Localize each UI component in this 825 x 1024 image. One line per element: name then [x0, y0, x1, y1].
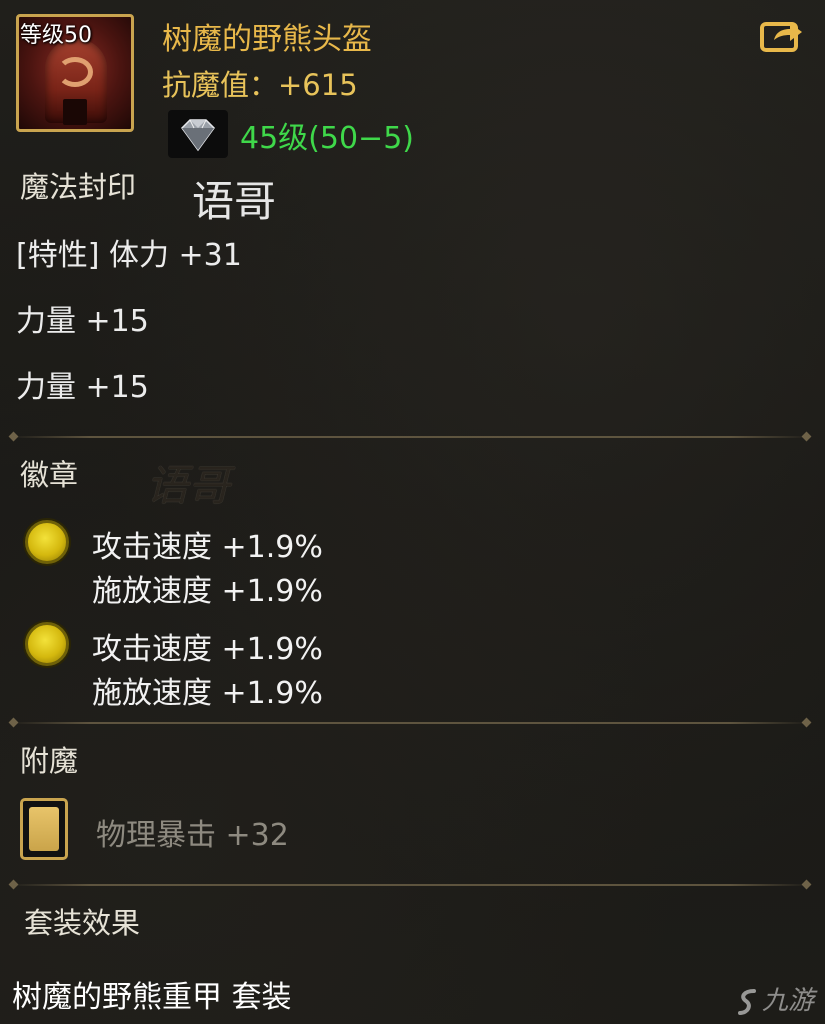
helmet-swirl: [57, 57, 93, 87]
badge-attack-speed: 攻击速度 +1.9%: [92, 632, 323, 667]
enchant-card-icon: [20, 798, 68, 860]
section-divider: [10, 722, 810, 724]
watermark-text: 语哥: [192, 177, 277, 226]
item-name: 树魔的野熊头盔: [162, 22, 372, 57]
badge-attack-speed: 攻击速度 +1.9%: [92, 530, 323, 565]
set-name: 树魔的野熊重甲 套装: [12, 980, 292, 1015]
share-button[interactable]: [760, 18, 804, 52]
helmet-visor: [63, 99, 87, 125]
gem-level: 45级(50−5): [240, 121, 414, 156]
strength-attribute: 力量 +15: [16, 370, 149, 405]
section-title-magic-seal: 魔法封印: [20, 170, 137, 204]
section-title-set-effect: 套装效果: [24, 906, 141, 940]
badge-cast-speed: 施放速度 +1.9%: [92, 676, 323, 711]
share-icon: [760, 22, 802, 52]
section-divider: [10, 436, 810, 438]
enchant-card: [29, 807, 59, 851]
watermark-text: 语哥: [146, 461, 231, 510]
gold-orb-icon: [25, 622, 69, 666]
section-title-enchant: 附魔: [20, 744, 79, 778]
magic-resist-value: 抗魔值：+615: [162, 68, 358, 102]
strength-attribute: 力量 +15: [16, 304, 149, 339]
item-tooltip-panel: 等级50 树魔的野熊头盔 抗魔值：+615 45级(50−5) 语哥 语哥 魔法…: [0, 0, 825, 1024]
section-title-badges: 徽章: [20, 458, 79, 492]
trait-attribute: [特性] 体力 +31: [16, 238, 242, 273]
level-badge: 等级50: [20, 23, 92, 48]
diamond-gem-icon: [168, 110, 228, 158]
site-logo: 九游: [736, 980, 814, 1017]
gold-orb-icon: [25, 520, 69, 564]
enchant-effect: 物理暴击 +32: [96, 818, 289, 853]
section-divider: [10, 884, 810, 886]
badge-cast-speed: 施放速度 +1.9%: [92, 574, 323, 609]
logo-text: 九游: [762, 986, 815, 1016]
logo-swirl-icon: [738, 988, 756, 1015]
